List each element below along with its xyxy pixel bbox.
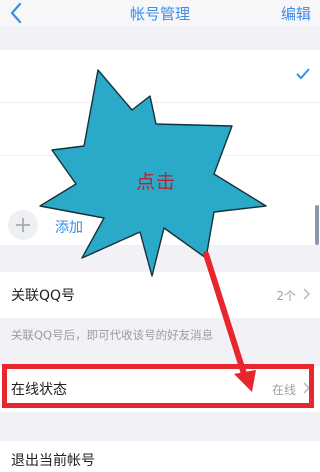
- linked-qq-label: 关联QQ号: [11, 288, 76, 304]
- checkmark-icon: [296, 68, 310, 80]
- navigation-bar: 帐号管理 编辑: [0, 0, 320, 26]
- accounts-list: [0, 50, 320, 245]
- edit-button[interactable]: 编辑: [281, 3, 311, 24]
- add-account-label[interactable]: 添加: [55, 217, 83, 237]
- linked-qq-row[interactable]: 关联QQ号 2个: [0, 272, 320, 318]
- logout-row[interactable]: 退出当前帐号: [0, 441, 320, 472]
- linked-qq-count: 2个: [276, 289, 296, 303]
- plus-icon: [16, 218, 30, 232]
- linked-qq-hint: 关联QQ号后，即可代收该号的好友消息: [11, 328, 214, 342]
- chevron-right-icon: [303, 288, 310, 300]
- account-row[interactable]: [0, 103, 320, 156]
- highlight-box: [2, 364, 314, 408]
- scrollbar[interactable]: [315, 205, 319, 245]
- click-label: 点击: [136, 171, 177, 193]
- add-account-button[interactable]: [8, 210, 38, 240]
- page-title: 帐号管理: [129, 5, 190, 23]
- logout-label: 退出当前帐号: [11, 453, 95, 469]
- account-row[interactable]: [0, 50, 320, 103]
